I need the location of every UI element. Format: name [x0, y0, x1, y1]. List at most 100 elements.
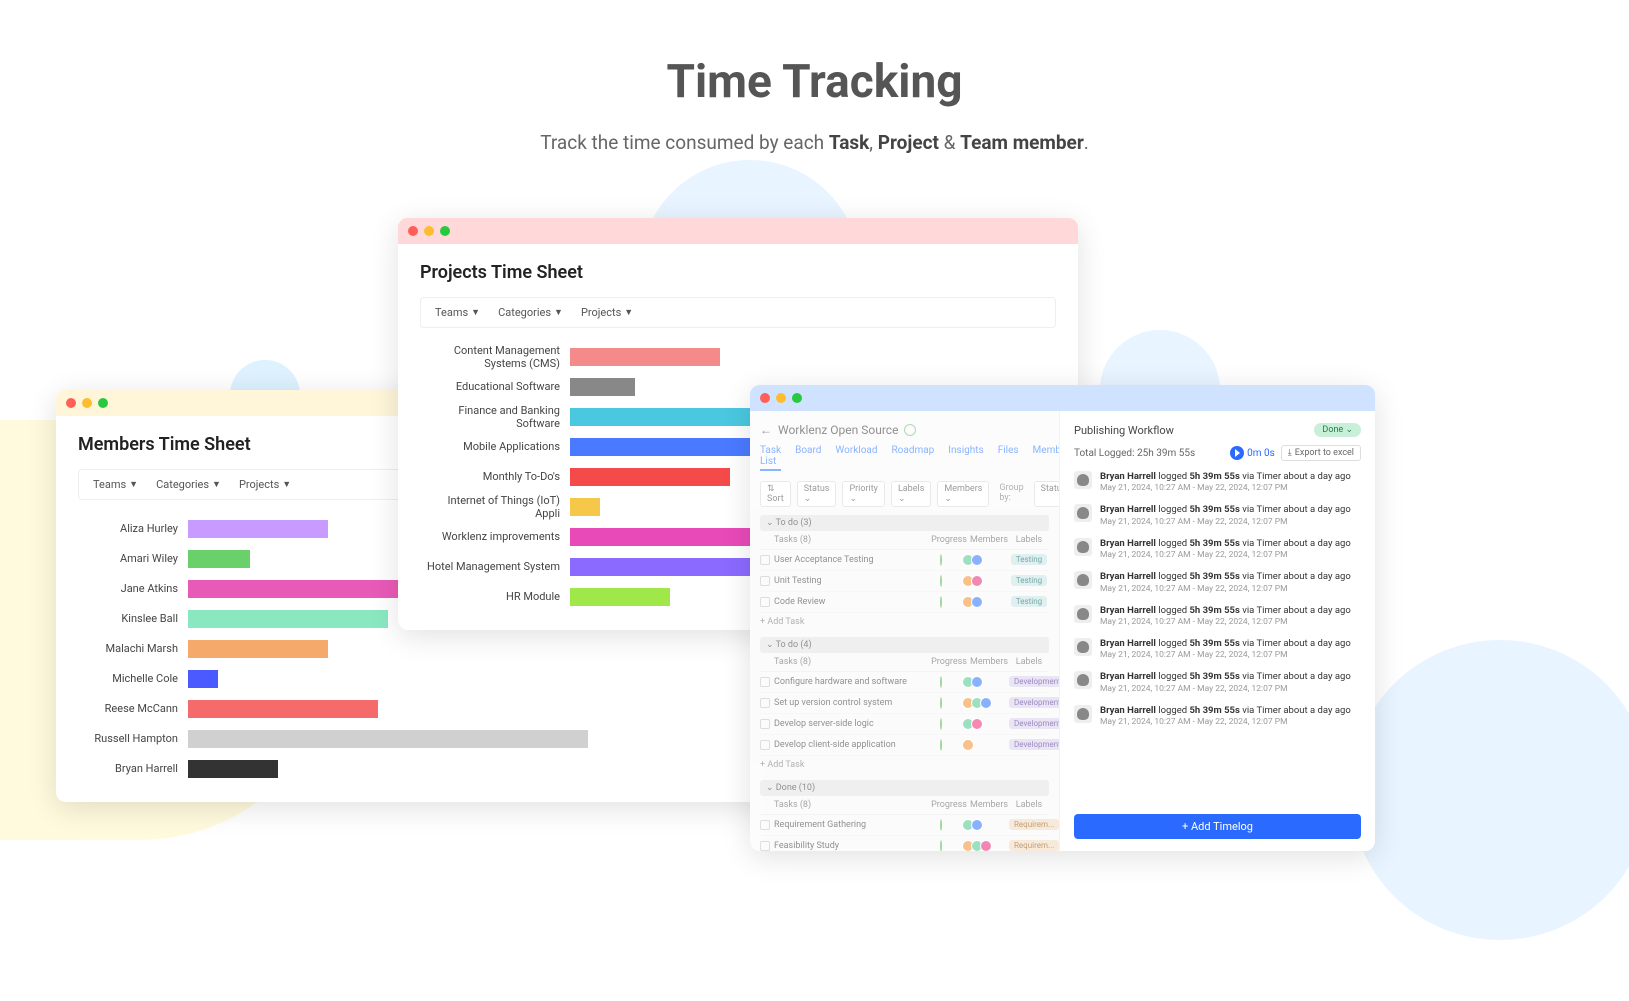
task-name: Develop client-side application — [774, 740, 917, 750]
caret-down-icon: ▼ — [129, 479, 138, 490]
progress-icon — [940, 676, 942, 688]
minimize-icon[interactable] — [424, 226, 434, 236]
filter-teams[interactable]: Teams▼ — [435, 306, 480, 319]
bar-label: Russell Hampton — [78, 732, 188, 745]
task-row[interactable]: Code ReviewTesting — [760, 592, 1049, 613]
bar-label: Kinslee Ball — [78, 612, 188, 625]
checkbox[interactable] — [760, 677, 770, 687]
close-icon[interactable] — [66, 398, 76, 408]
checkbox[interactable] — [760, 820, 770, 830]
section-header[interactable]: ⌄ To do (3) — [760, 515, 1049, 531]
bar-fill — [188, 670, 218, 688]
maximize-icon[interactable] — [98, 398, 108, 408]
minimize-icon[interactable] — [776, 393, 786, 403]
tab-task-list[interactable]: Task List — [760, 445, 781, 471]
avatar — [1074, 571, 1092, 589]
breadcrumb[interactable]: ← Worklenz Open Source — [760, 423, 1049, 437]
caret-down-icon: ▼ — [554, 307, 563, 318]
filter-projects[interactable]: Projects▼ — [239, 478, 291, 491]
status-badge[interactable]: Done ⌄ — [1314, 423, 1361, 437]
timelog-entry: Bryan Harrell logged 5h 39m 55s via Time… — [1074, 538, 1361, 561]
maximize-icon[interactable] — [792, 393, 802, 403]
checkbox[interactable] — [760, 841, 770, 851]
section-header[interactable]: ⌄ Done (10) — [760, 780, 1049, 796]
add-task-button[interactable]: + Add Task — [760, 613, 1049, 631]
close-icon[interactable] — [408, 226, 418, 236]
checkbox[interactable] — [760, 698, 770, 708]
members-filter[interactable]: Members ⌄ — [937, 481, 989, 507]
sort-button[interactable]: ⇅ Sort — [760, 481, 791, 507]
caret-down-icon: ▼ — [212, 479, 221, 490]
task-name: Set up version control system — [774, 698, 917, 708]
tab-files[interactable]: Files — [998, 445, 1019, 471]
label-tag: Development — [1009, 718, 1060, 729]
progress-icon — [940, 596, 942, 608]
avatar — [1074, 504, 1092, 522]
label-tag: Development — [1009, 697, 1060, 708]
maximize-icon[interactable] — [440, 226, 450, 236]
progress-icon — [940, 718, 942, 730]
bar-label: Worklenz improvements — [420, 530, 570, 543]
task-row[interactable]: Requirement GatheringRequirem... — [760, 815, 1049, 836]
checkbox[interactable] — [760, 576, 770, 586]
filter-teams[interactable]: Teams▼ — [93, 478, 138, 491]
checkbox[interactable] — [760, 740, 770, 750]
start-timer-button[interactable]: 0m 0s — [1230, 446, 1275, 460]
avatar — [1074, 605, 1092, 623]
page-subtitle: Track the time consumed by each Task, Pr… — [0, 131, 1629, 154]
timelog-pane: Publishing Workflow Done ⌄ Total Logged:… — [1060, 411, 1375, 851]
status-filter[interactable]: Status ⌄ — [797, 481, 837, 507]
add-task-button[interactable]: + Add Task — [760, 756, 1049, 774]
bar-fill — [570, 468, 730, 486]
groupby-select[interactable]: Statu — [1034, 481, 1060, 507]
groupby-label: Group by: — [995, 481, 1027, 507]
minimize-icon[interactable] — [82, 398, 92, 408]
bar-fill — [188, 610, 388, 628]
timelog-entry: Bryan Harrell logged 5h 39m 55s via Time… — [1074, 504, 1361, 527]
bar-label: Bryan Harrell — [78, 762, 188, 775]
checkbox[interactable] — [760, 597, 770, 607]
task-name: Unit Testing — [774, 576, 917, 586]
task-row[interactable]: Unit TestingTesting — [760, 571, 1049, 592]
tab-workload[interactable]: Workload — [835, 445, 877, 471]
checkbox[interactable] — [760, 555, 770, 565]
task-name: Configure hardware and software — [774, 677, 917, 687]
label-tag: Development — [1009, 676, 1060, 687]
task-row[interactable]: User Acceptance TestingTesting — [760, 550, 1049, 571]
label-tag: Requirem... — [1009, 819, 1059, 830]
avatar — [1074, 538, 1092, 556]
caret-down-icon: ▼ — [471, 307, 480, 318]
avatar — [1074, 671, 1092, 689]
task-row[interactable]: Feasibility StudyRequirem... — [760, 836, 1049, 851]
tab-board[interactable]: Board — [795, 445, 821, 471]
add-timelog-button[interactable]: + Add Timelog — [1074, 814, 1361, 839]
tab-members[interactable]: Members — [1033, 445, 1060, 471]
task-row[interactable]: Configure hardware and softwareDevelopme… — [760, 672, 1049, 693]
task-row[interactable]: Develop server-side logicDevelopment — [760, 714, 1049, 735]
filter-categories[interactable]: Categories▼ — [156, 478, 221, 491]
table-header: Tasks (8)ProgressMembersLabels — [760, 653, 1049, 672]
task-row[interactable]: Develop client-side applicationDevelopme… — [760, 735, 1049, 756]
bar-fill — [570, 558, 770, 576]
toolbar: ⇅ Sort Status ⌄ Priority ⌄ Labels ⌄ Memb… — [760, 481, 1049, 507]
tasks-left-pane: ← Worklenz Open Source Task List Board Wor… — [750, 411, 1060, 851]
close-icon[interactable] — [760, 393, 770, 403]
bar-label: Malachi Marsh — [78, 642, 188, 655]
filter-projects[interactable]: Projects▼ — [581, 306, 633, 319]
labels-filter[interactable]: Labels ⌄ — [891, 481, 931, 507]
task-row[interactable]: Set up version control systemDevelopment — [760, 693, 1049, 714]
export-excel-button[interactable]: ⤓Export to excel — [1281, 445, 1361, 461]
bar-fill — [188, 700, 378, 718]
tab-insights[interactable]: Insights — [948, 445, 983, 471]
bar-label: Content Management Systems (CMS) — [420, 344, 570, 370]
timelog-entry: Bryan Harrell logged 5h 39m 55s via Time… — [1074, 671, 1361, 694]
priority-filter[interactable]: Priority ⌄ — [842, 481, 885, 507]
bar-fill — [570, 588, 670, 606]
tab-roadmap[interactable]: Roadmap — [892, 445, 935, 471]
section-header[interactable]: ⌄ To do (4) — [760, 637, 1049, 653]
back-arrow-icon[interactable]: ← — [760, 423, 772, 437]
filter-categories[interactable]: Categories▼ — [498, 306, 563, 319]
checkbox[interactable] — [760, 719, 770, 729]
bar-row: Content Management Systems (CMS) — [420, 342, 1056, 372]
avatar — [971, 819, 983, 831]
